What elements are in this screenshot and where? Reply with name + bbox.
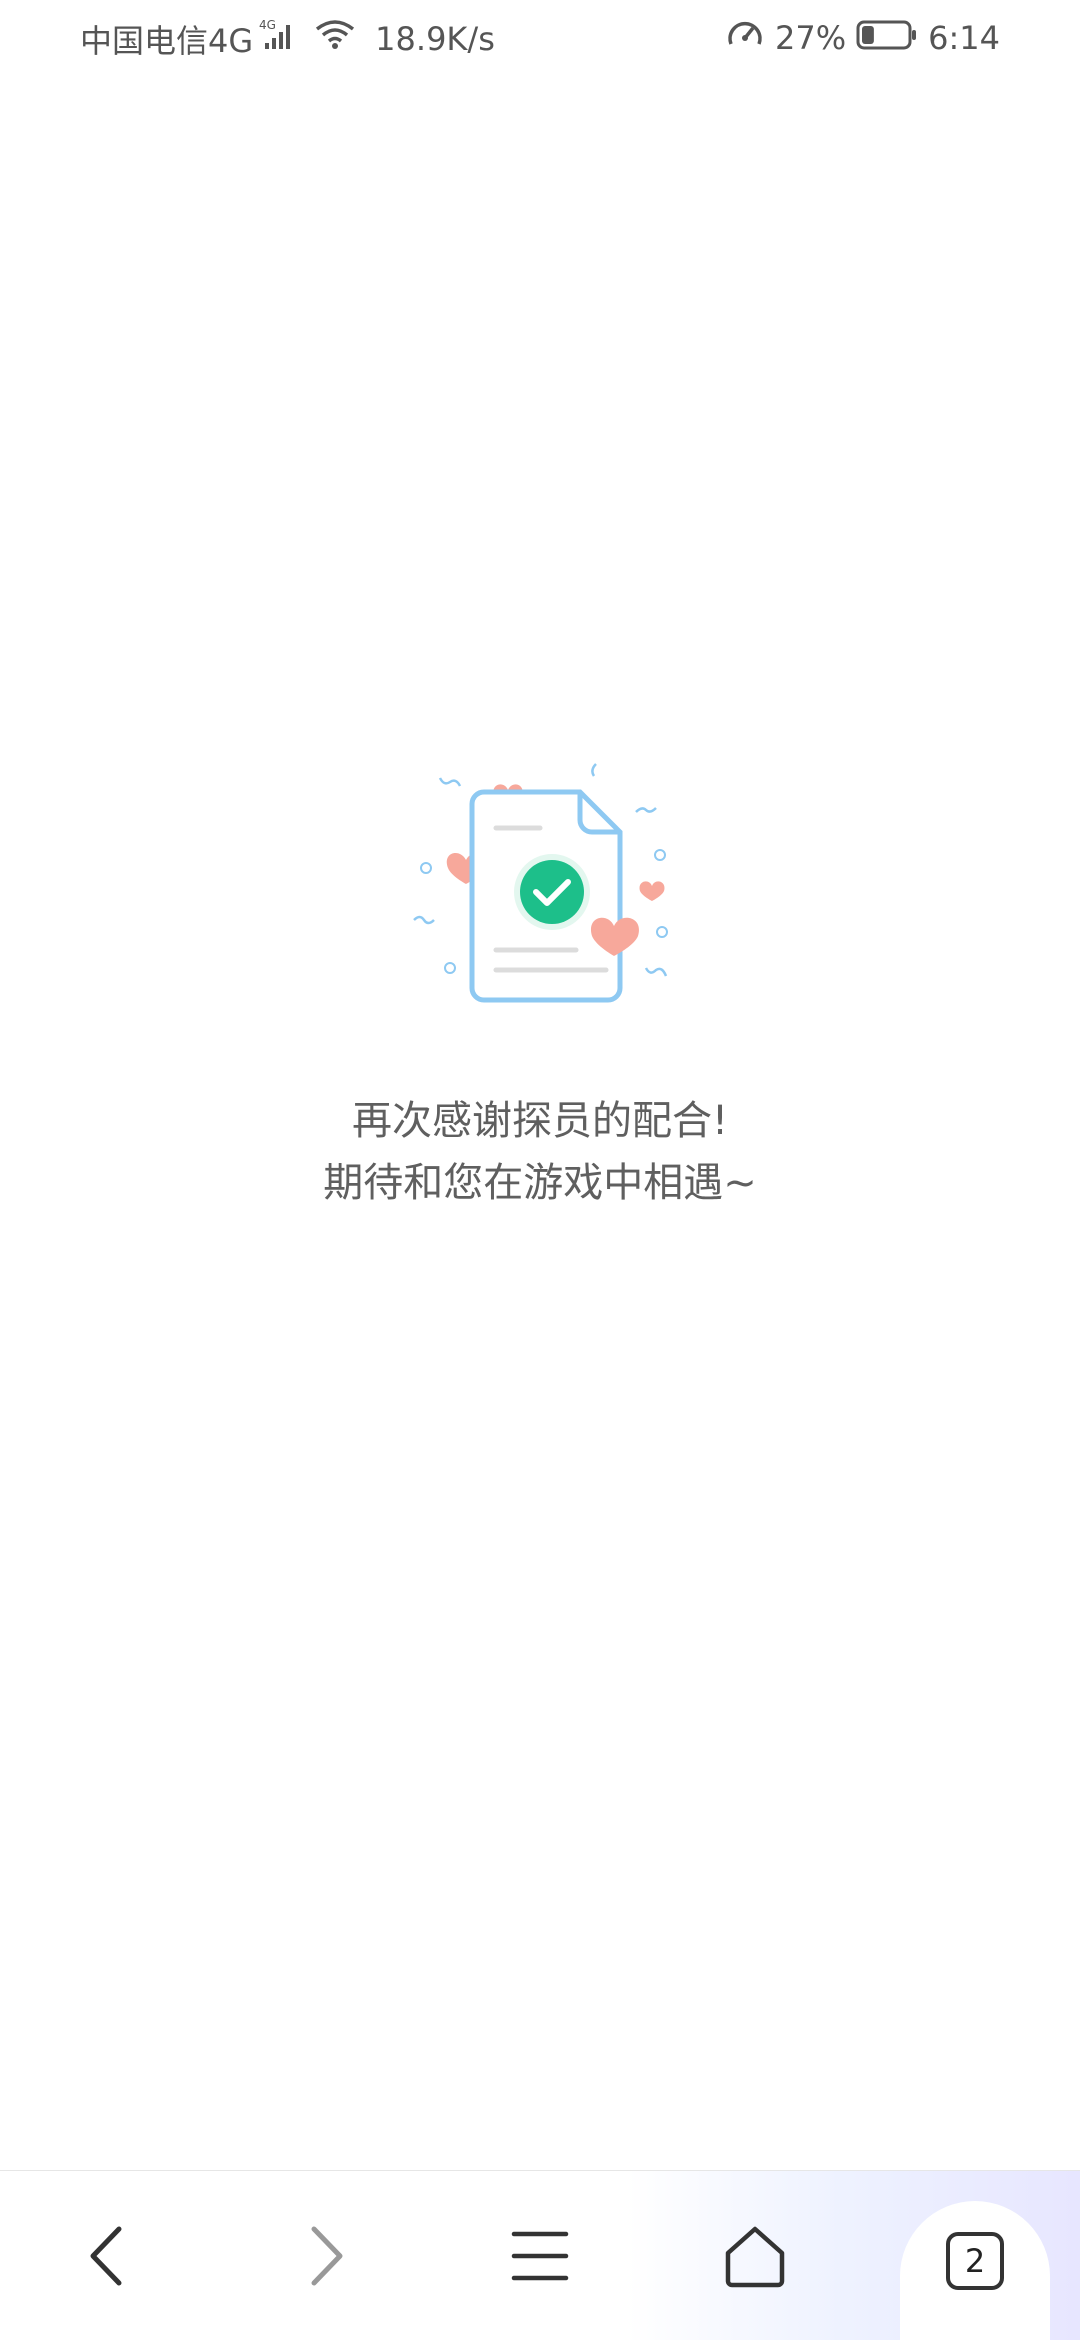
status-bar: 中国电信4G 4G 18.9K/s 27% 6:14 (0, 0, 1080, 80)
battery-icon (856, 16, 918, 60)
document-check-icon (413, 763, 668, 1003)
message-line-2: 期待和您在游戏中相遇~ (323, 1160, 757, 1206)
status-right: 27% 6:14 (725, 16, 1000, 60)
tabs-button[interactable]: 2 (900, 2171, 1080, 2340)
home-icon (725, 2226, 785, 2288)
forward-icon (311, 2226, 343, 2286)
tabs-count: 2 (964, 2242, 986, 2280)
signal-icon: 4G (259, 17, 307, 61)
back-icon (90, 2226, 122, 2286)
clock-time: 6:14 (928, 19, 1000, 57)
menu-icon (511, 2231, 569, 2281)
success-illustration (400, 750, 680, 1010)
carrier-label: 中国电信4G (80, 22, 254, 60)
forward-button[interactable] (255, 2171, 395, 2340)
network-speed: 18.9K/s (375, 20, 495, 58)
status-left: 中国电信4G 4G 18.9K/s (80, 16, 495, 62)
home-button[interactable] (685, 2171, 825, 2340)
back-button[interactable] (38, 2171, 178, 2340)
speedometer-icon (725, 16, 765, 60)
svg-text:4G: 4G (259, 18, 276, 32)
wifi-icon (313, 17, 357, 61)
menu-button[interactable] (470, 2171, 610, 2340)
thank-you-message: 再次感谢探员的配合! 期待和您在游戏中相遇~ (0, 1090, 1080, 1214)
page: 中国电信4G 4G 18.9K/s 27% 6:14 再次感谢探员的配合! 期待… (0, 0, 1080, 2340)
battery-percent: 27% (775, 19, 847, 57)
tabs-icon: 2 (946, 2232, 1004, 2290)
browser-bottom-nav: 2 (0, 2170, 1080, 2340)
message-line-1: 再次感谢探员的配合! (351, 1098, 729, 1144)
